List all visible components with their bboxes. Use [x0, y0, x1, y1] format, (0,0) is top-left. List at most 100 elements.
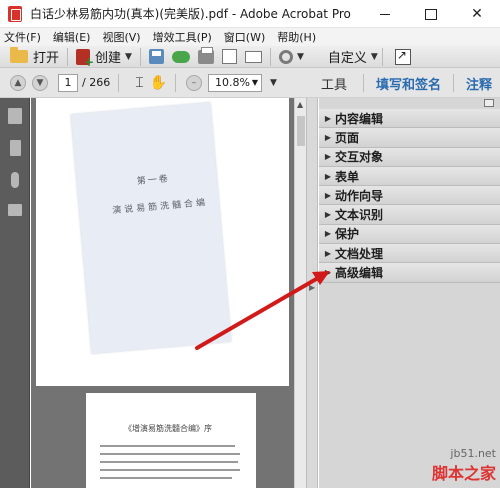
toolbar-divider: [381, 47, 383, 66]
panel-action-wizard[interactable]: ▶ 动作向导: [319, 186, 500, 206]
title-bar: 白话少林易筋内功(真本)(完美版).pdf - Adobe Acrobat Pr…: [0, 0, 500, 28]
print-button[interactable]: [194, 46, 218, 67]
close-button[interactable]: ✕: [454, 0, 500, 28]
panel-content-editing[interactable]: ▶ 内容编辑: [319, 109, 500, 129]
tools-panel: ▶ 内容编辑 ▶ 页面 ▶ 交互对象 ▶ 表单 ▶ 动作向导 ▶ 文本识别 ▶ 保护 ▶ 文档处…: [319, 98, 500, 488]
preface-title: 《增演易筋洗髓合编》序: [124, 424, 212, 433]
menu-file[interactable]: 文件(F): [0, 29, 46, 45]
attachment-icon[interactable]: [11, 172, 19, 188]
page-number-input[interactable]: 1: [58, 73, 78, 92]
acrobat-app-icon: [8, 5, 22, 22]
pane-splitter[interactable]: ▶: [306, 98, 318, 488]
expand-icon[interactable]: [394, 48, 411, 65]
scroll-up-icon[interactable]: ▲: [297, 100, 303, 109]
panel-label: 页面: [335, 130, 360, 145]
window-title: 白话少林易筋内功(真本)(完美版).pdf - Adobe Acrobat Pr…: [30, 7, 351, 21]
settings-button[interactable]: ▼: [275, 47, 308, 67]
watermark-site-name: 脚本之家: [431, 464, 496, 483]
tab-comment[interactable]: 注释: [458, 74, 500, 93]
edit-button[interactable]: [218, 47, 241, 67]
menu-plugins[interactable]: 增效工具(P): [146, 29, 217, 45]
cloud-button[interactable]: [168, 47, 194, 67]
next-page-button[interactable]: ▼: [32, 74, 48, 91]
save-button[interactable]: [145, 47, 168, 67]
toolbar-divider: [362, 74, 364, 92]
text-line: [100, 453, 240, 455]
chevron-down-icon: ▼: [296, 51, 304, 62]
tab-tools[interactable]: 工具: [313, 74, 355, 93]
text-line: [100, 461, 238, 463]
zoom-select[interactable]: 10.8% ▼: [208, 73, 263, 92]
book-title: 演说易筋洗髓合编: [111, 197, 209, 217]
chevron-down-icon[interactable]: ▼: [270, 78, 277, 88]
expand-arrow-icon: ▶: [324, 190, 332, 200]
page-thumbnails-icon[interactable]: [8, 108, 22, 124]
menu-edit[interactable]: 编辑(E): [46, 29, 96, 45]
collapse-arrow-icon[interactable]: ▶: [309, 283, 315, 292]
panel-forms[interactable]: ▶ 表单: [319, 166, 500, 187]
chevron-down-icon: ▼: [251, 78, 259, 87]
expand-arrow-icon: ▶: [324, 152, 332, 162]
scanned-cover-image: 第一卷 演说易筋洗髓合编: [70, 102, 232, 354]
pdf-page-1: 第一卷 演说易筋洗髓合编: [36, 98, 289, 386]
previous-page-button[interactable]: ▲: [10, 74, 26, 91]
chevron-down-icon: ▼: [125, 51, 132, 62]
panel-options-icon[interactable]: [484, 99, 494, 107]
menu-help[interactable]: 帮助(H): [270, 29, 321, 45]
panel-label: 高级编辑: [335, 266, 384, 281]
zoom-value: 10.8%: [215, 76, 250, 89]
expand-arrow-icon: ▶: [324, 210, 332, 220]
signature-icon[interactable]: [8, 204, 22, 216]
panel-document-processing[interactable]: ▶ 文档处理: [319, 244, 500, 264]
maximize-button[interactable]: [408, 0, 454, 28]
task-tabs: 工具 填写和签名 注释: [313, 68, 500, 98]
edit-icon: [221, 49, 237, 64]
tab-fill-sign[interactable]: 填写和签名: [368, 74, 449, 93]
text-line: [100, 469, 240, 471]
toolbar-divider: [269, 47, 271, 66]
page-total: / 266: [82, 76, 111, 89]
zoom-out-button[interactable]: –: [186, 74, 203, 91]
panel-label: 表单: [335, 169, 360, 184]
cloud-upload-icon: [171, 50, 190, 63]
save-icon: [148, 49, 164, 64]
chevron-down-icon: ▼: [370, 51, 378, 62]
panel-label: 文档处理: [335, 246, 384, 261]
panel-label: 交互对象: [335, 150, 384, 165]
expand-arrow-icon: ▶: [324, 132, 332, 142]
minimize-button[interactable]: [362, 0, 408, 28]
expand-arrow-icon: ▶: [324, 113, 332, 123]
window-controls: ✕: [362, 0, 500, 28]
expand-arrow-icon: ▶: [324, 268, 332, 278]
email-button[interactable]: [241, 47, 266, 67]
menu-bar: 文件(F) 编辑(E) 视图(V) 增效工具(P) 窗口(W) 帮助(H): [0, 28, 500, 46]
create-button[interactable]: 创建 ▼: [72, 47, 136, 69]
document-view[interactable]: 第一卷 演说易筋洗髓合编 《增演易筋洗髓合编》序: [31, 98, 294, 488]
menu-view[interactable]: 视图(V): [95, 29, 145, 45]
panel-text-recognition[interactable]: ▶ 文本识别: [319, 205, 500, 225]
panel-interactive-objects[interactable]: ▶ 交互对象: [319, 147, 500, 167]
panel-pages[interactable]: ▶ 页面: [319, 128, 500, 148]
panel-label: 动作向导: [335, 188, 384, 203]
panel-options: [319, 98, 500, 109]
panel-label: 保护: [335, 227, 360, 242]
toolbar-divider: [175, 73, 177, 92]
watermark-domain: jb51.net: [450, 447, 496, 460]
open-button[interactable]: 打开: [6, 47, 63, 67]
bookmark-icon[interactable]: [10, 140, 21, 156]
document-scrollbar[interactable]: ▲: [294, 98, 306, 488]
toolbar-divider: [67, 47, 69, 66]
hand-tool-icon[interactable]: ✋: [150, 75, 167, 91]
panel-advanced-editing[interactable]: ▶ 高级编辑: [319, 263, 500, 283]
panel-label: 文本识别: [335, 208, 384, 223]
text-line: [100, 445, 235, 447]
toolbar-divider: [452, 74, 454, 92]
folder-icon: [10, 47, 28, 63]
scroll-thumb[interactable]: [297, 116, 305, 146]
watermark: jb51.net 脚本之家: [432, 447, 496, 484]
select-cursor-icon[interactable]: ⌶: [135, 75, 143, 91]
customize-menu[interactable]: 自定义: [328, 47, 367, 66]
panel-protection[interactable]: ▶ 保护: [319, 224, 500, 245]
menu-window[interactable]: 窗口(W): [217, 29, 270, 45]
pdf-page-2: 《增演易筋洗髓合编》序: [86, 393, 256, 488]
